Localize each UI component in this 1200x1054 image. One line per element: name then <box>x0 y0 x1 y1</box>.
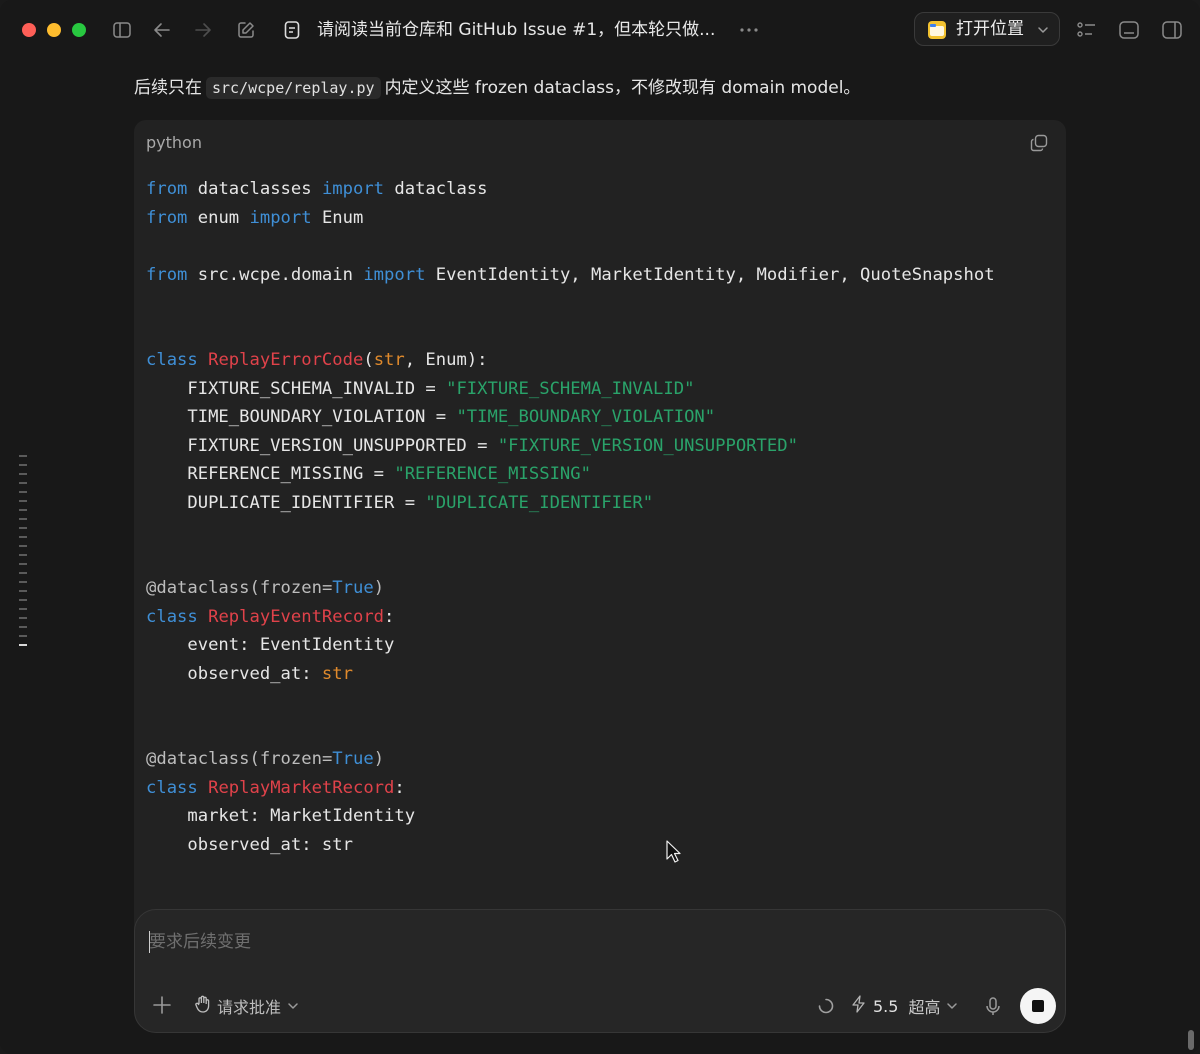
text-caret <box>149 931 150 953</box>
lightning-icon <box>851 995 867 1017</box>
code-language-label: python <box>146 133 202 152</box>
composer: 请求批准 5.5 超高 <box>134 909 1066 1033</box>
add-attachment-icon[interactable] <box>151 994 173 1016</box>
title-bar: 请阅读当前仓库和 GitHub Issue #1，但本轮只做... 打开位置 <box>0 0 1200 60</box>
scrollbar-thumb[interactable] <box>1188 1030 1194 1050</box>
folder-app-icon <box>927 20 947 44</box>
intro-text-before: 后续只在 <box>134 78 202 98</box>
follow-up-input[interactable] <box>149 930 1029 954</box>
forward-arrow-icon[interactable] <box>191 18 215 42</box>
open-location-label: 打开位置 <box>956 19 1024 39</box>
terminal-panel-icon[interactable] <box>1117 18 1141 42</box>
approval-mode-label: 请求批准 <box>217 998 282 1017</box>
microphone-icon[interactable] <box>983 995 1003 1017</box>
model-version: 5.5 <box>873 996 899 1016</box>
loading-spinner-icon <box>818 998 834 1014</box>
more-options-icon[interactable] <box>737 18 761 42</box>
copy-icon[interactable] <box>1030 134 1048 152</box>
inline-code-path: src/wcpe/replay.py <box>206 77 381 99</box>
app-window: 请阅读当前仓库和 GitHub Issue #1，但本轮只做... 打开位置 后… <box>0 0 1200 1054</box>
zoom-window-button[interactable] <box>72 23 86 37</box>
thread-title: 请阅读当前仓库和 GitHub Issue #1，但本轮只做... <box>317 20 716 40</box>
stop-generation-button[interactable] <box>1020 988 1056 1024</box>
chevron-down-icon <box>1037 22 1049 41</box>
approval-mode-button[interactable]: 请求批准 <box>195 995 299 1017</box>
compose-edit-icon[interactable] <box>234 18 258 42</box>
intro-text-after: 内定义这些 frozen dataclass，不修改现有 domain mode… <box>384 78 861 98</box>
chevron-down-icon <box>946 997 958 1016</box>
reasoning-level: 超高 <box>908 998 941 1017</box>
right-panel-icon[interactable] <box>1160 18 1184 42</box>
code-content: from dataclasses import dataclass from e… <box>146 179 995 855</box>
assistant-message-text: 后续只在 src/wcpe/replay.py 内定义这些 frozen datac… <box>134 76 860 100</box>
document-icon <box>280 18 304 42</box>
checklist-icon[interactable] <box>1075 18 1099 42</box>
open-location-button[interactable]: 打开位置 <box>914 12 1060 46</box>
stop-icon <box>1032 1000 1044 1012</box>
minimize-window-button[interactable] <box>47 23 61 37</box>
code-block: python from dataclasses import dataclass… <box>134 120 1066 970</box>
mouse-pointer-icon <box>666 840 682 864</box>
hand-icon <box>195 995 211 1017</box>
back-arrow-icon[interactable] <box>150 18 174 42</box>
chevron-down-icon <box>287 997 299 1016</box>
message-outline-nav[interactable] <box>19 455 29 653</box>
close-window-button[interactable] <box>22 23 36 37</box>
model-selector-button[interactable]: 5.5 超高 <box>851 995 958 1017</box>
sidebar-toggle-icon[interactable] <box>110 18 134 42</box>
